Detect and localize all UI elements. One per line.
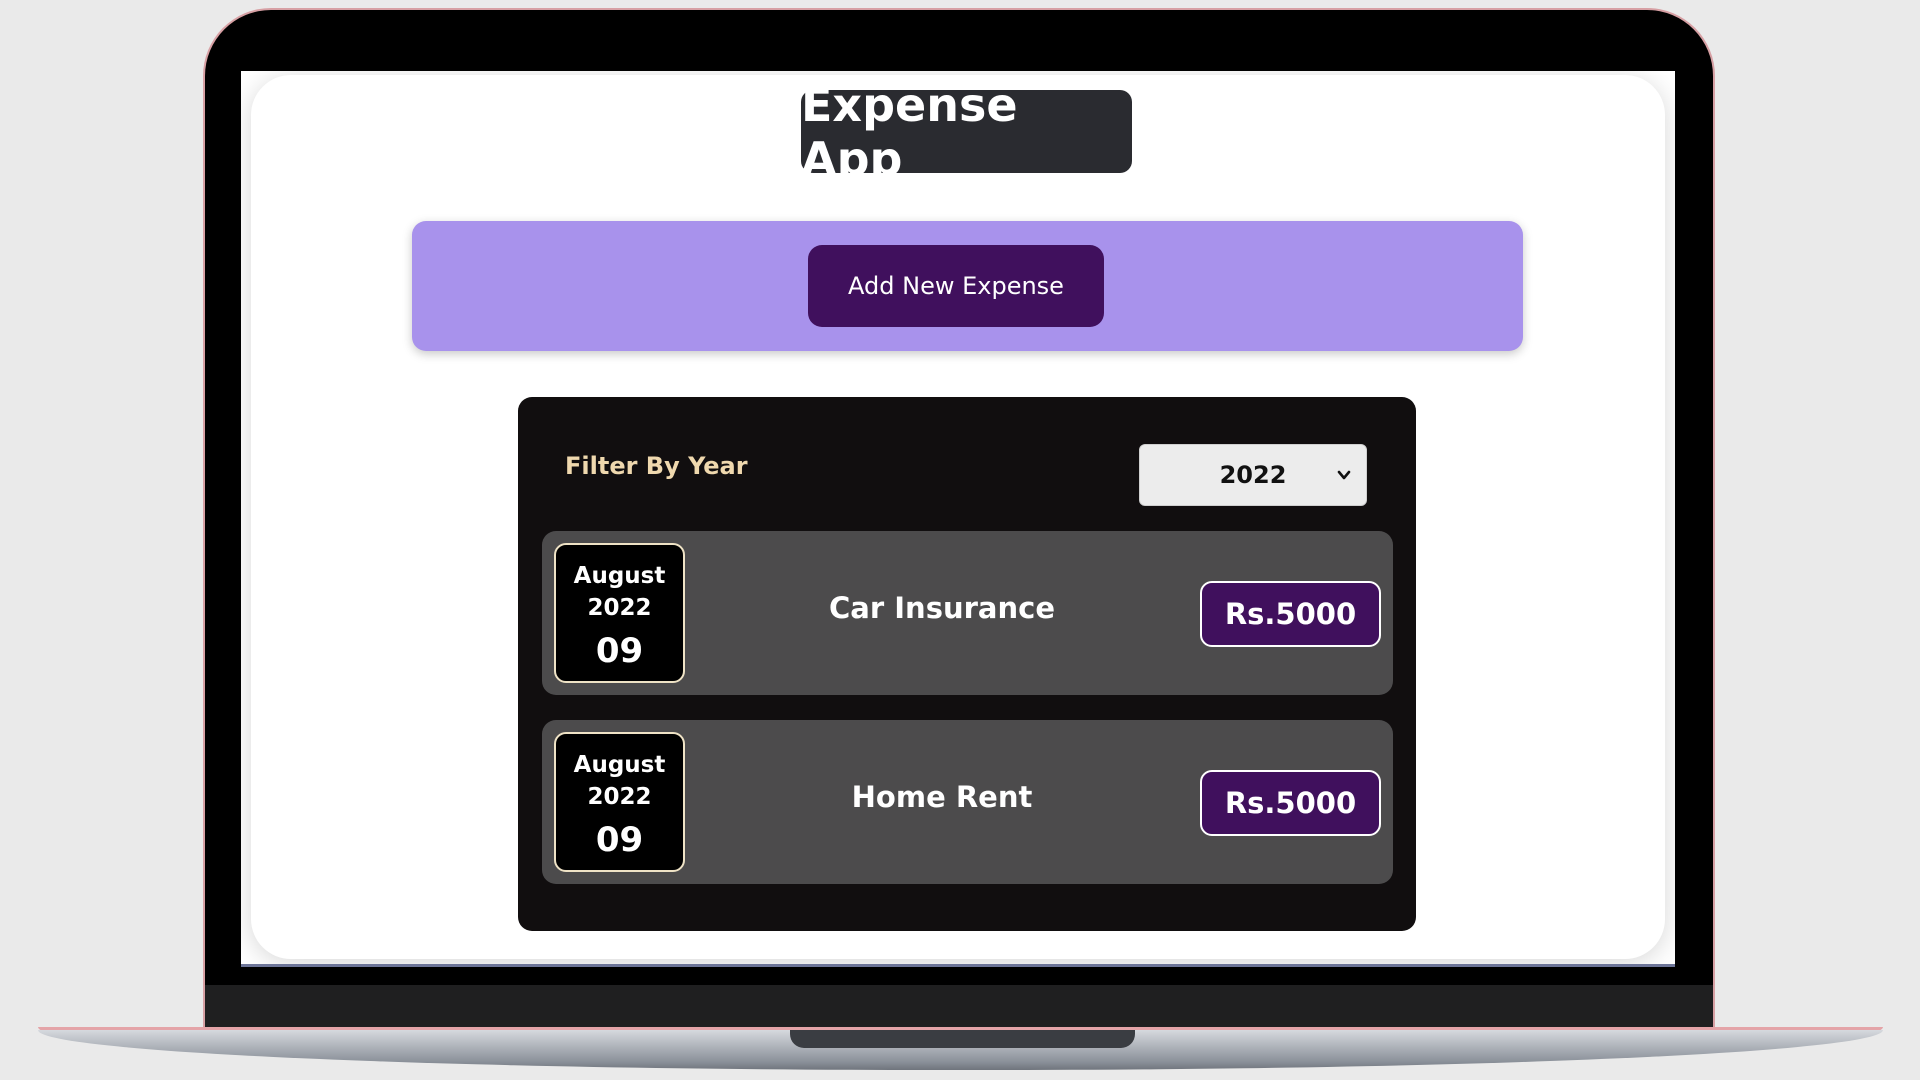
expense-date: August 2022 09 bbox=[554, 732, 685, 872]
expense-item[interactable]: August 2022 09 Home Rent Rs.5000 bbox=[542, 720, 1393, 884]
laptop-notch bbox=[790, 1030, 1135, 1048]
expense-title: Car Insurance bbox=[829, 591, 1055, 625]
laptop-hinge bbox=[205, 985, 1713, 1035]
expense-amount: Rs.5000 bbox=[1200, 770, 1381, 836]
add-new-expense-button[interactable]: Add New Expense bbox=[808, 245, 1104, 327]
expense-date-year: 2022 bbox=[587, 784, 652, 810]
expense-item[interactable]: August 2022 09 Car Insurance Rs.5000 bbox=[542, 531, 1393, 695]
expense-date-month: August bbox=[573, 752, 666, 778]
expense-amount: Rs.5000 bbox=[1200, 581, 1381, 647]
app-title: Expense App bbox=[801, 78, 1132, 186]
laptop-screen: Expense App Add New Expense Filter By Ye… bbox=[241, 71, 1675, 966]
expense-title: Home Rent bbox=[851, 780, 1033, 814]
filter-label: Filter By Year bbox=[565, 452, 748, 480]
year-filter-select[interactable]: 2022 bbox=[1139, 444, 1367, 506]
expense-date: August 2022 09 bbox=[554, 543, 685, 683]
expense-date-day: 09 bbox=[595, 631, 644, 671]
expenses-card: Filter By Year 2022 August 2022 09 Car I… bbox=[518, 397, 1416, 931]
expense-date-day: 09 bbox=[595, 820, 644, 860]
expense-date-month: August bbox=[573, 563, 666, 589]
new-expense-panel: Add New Expense bbox=[412, 221, 1523, 351]
app-container: Expense App Add New Expense Filter By Ye… bbox=[251, 75, 1665, 959]
chevron-down-icon bbox=[1337, 470, 1351, 480]
screen-edge bbox=[241, 964, 1675, 967]
expense-date-year: 2022 bbox=[587, 595, 652, 621]
year-filter-value: 2022 bbox=[1219, 461, 1287, 489]
